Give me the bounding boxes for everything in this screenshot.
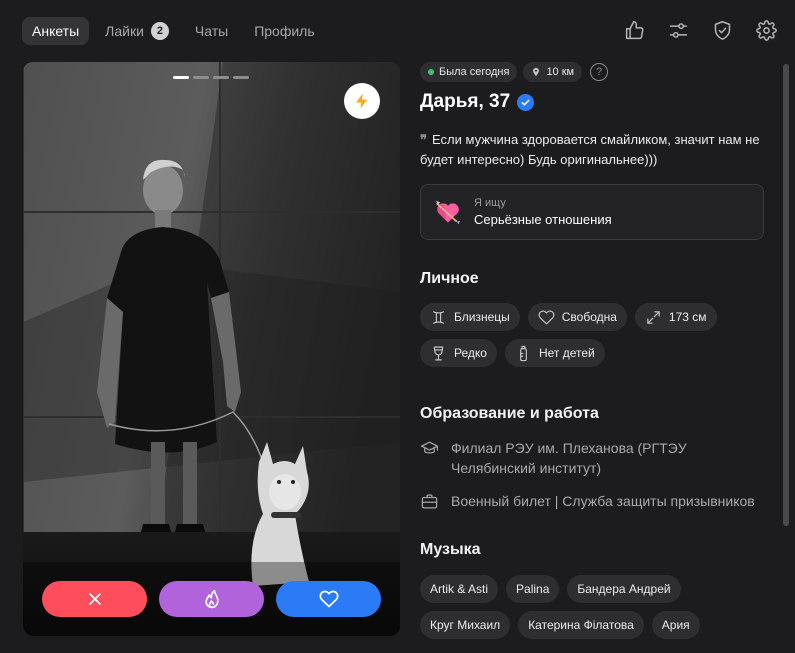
expand-arrows-icon [647,310,660,324]
relationship-chip-label: Свободна [561,310,617,324]
music-chip[interactable]: Круг Михаил [420,611,511,639]
profile-bio: ❞ Если мужчина здоровается смайликом, зна… [420,130,766,169]
tab-chats[interactable]: Чаты [185,17,238,45]
briefcase-icon [421,494,438,509]
relationship-chip[interactable]: Свободна [527,303,627,331]
heart-outline-icon [538,310,555,324]
thumbs-up-icon[interactable] [623,19,645,41]
photo-pagination [173,76,249,79]
toolbar-icons [623,19,777,41]
photo-page-indicator[interactable] [193,76,209,79]
music-chip[interactable]: Катерина Філатова [518,611,644,639]
profile-name: Дарья, 37 [420,91,511,112]
distance-badge: 10 км [523,62,583,82]
baby-bottle-icon [520,345,527,361]
sliders-icon[interactable] [667,19,689,41]
education-section-title: Образование и работа [420,405,599,422]
personal-section-title: Личное [420,270,479,287]
music-chip[interactable]: Ария [651,611,700,639]
heart-icon [319,590,338,608]
looking-for-label: Я ищу [474,197,506,209]
music-section-title: Музыка [420,541,481,558]
superlike-button[interactable] [159,581,264,617]
like-button[interactable] [276,581,381,617]
gear-icon[interactable] [755,19,777,41]
work-text: Военный билет | Служба защиты призывнико… [451,493,755,509]
drinking-chip[interactable]: Редко [420,339,497,367]
photo-page-indicator[interactable] [233,76,249,79]
online-status-badge: Была сегодня [420,62,518,82]
profile-photo-card[interactable] [23,62,400,636]
tab-likes-label: Лайки [105,23,144,39]
status-row: Была сегодня 10 км ? [420,62,766,82]
likes-count-badge: 2 [150,22,169,40]
zodiac-chip-label: Близнецы [454,310,510,324]
children-chip[interactable]: Нет детей [504,339,605,367]
education-text: Филиал РЭУ им. Плеханова (РГТЭУ Челябинс… [451,440,687,476]
dislike-button[interactable] [42,581,147,617]
location-pin-icon [533,67,540,77]
height-chip[interactable]: 173 см [634,303,717,331]
work-item: Военный билет | Служба защиты призывнико… [420,491,766,511]
tab-profiles-label: Анкеты [32,23,80,39]
tab-profile-label: Профиль [254,23,315,39]
tab-chats-label: Чаты [194,23,229,39]
flame-icon [204,589,219,609]
looking-for-card: Я ищу Серьёзные отношения [420,184,764,240]
online-status-text: Была сегодня [439,66,510,78]
height-chip-label: 173 см [668,310,707,324]
music-chip[interactable]: Palina [506,575,560,603]
music-chip[interactable]: Artik & Asti [420,575,499,603]
tab-profiles[interactable]: Анкеты [22,17,90,45]
tab-profile[interactable]: Профиль [244,17,324,45]
distance-text: 10 км [546,66,575,78]
personal-chips: Близнецы Свободна 173 см Редко Нет детей [420,303,740,367]
lightning-icon [356,93,368,109]
profile-photo [23,62,400,636]
main-tabs: Анкеты Лайки 2 Чаты Профиль [22,17,325,45]
music-chips: Artik & Asti Palina Бандера Андрей Круг … [420,575,720,639]
children-chip-label: Нет детей [538,346,595,360]
help-icon[interactable]: ? [590,63,609,81]
zodiac-chip[interactable]: Близнецы [420,303,520,331]
quote-icon: ❞ [420,133,427,148]
photo-page-indicator[interactable] [213,76,229,79]
name-row: Дарья, 37 [420,91,766,113]
photo-page-indicator[interactable] [173,76,189,79]
graduation-cap-icon [420,441,439,454]
heart-with-arrow-icon [435,200,461,225]
music-chip[interactable]: Бандера Андрей [567,575,681,603]
wine-glass-icon [433,346,444,360]
scrollbar[interactable] [783,64,789,526]
swipe-actions [42,581,381,617]
looking-for-value: Серьёзные отношения [474,212,612,227]
profile-details: Была сегодня 10 км ? Дарья, 37 ❞ Если муж… [420,62,766,639]
shield-check-icon[interactable] [711,19,733,41]
verified-check-icon [517,93,535,111]
drinking-chip-label: Редко [454,346,487,360]
online-dot-icon [428,69,434,75]
gemini-icon [432,310,445,324]
bio-text: Если мужчина здоровается смайликом, знач… [420,132,760,167]
close-icon [88,593,101,605]
tab-likes[interactable]: Лайки 2 [95,17,179,45]
boost-button[interactable] [344,83,380,119]
education-item: Филиал РЭУ им. Плеханова (РГТЭУ Челябинс… [420,438,766,478]
